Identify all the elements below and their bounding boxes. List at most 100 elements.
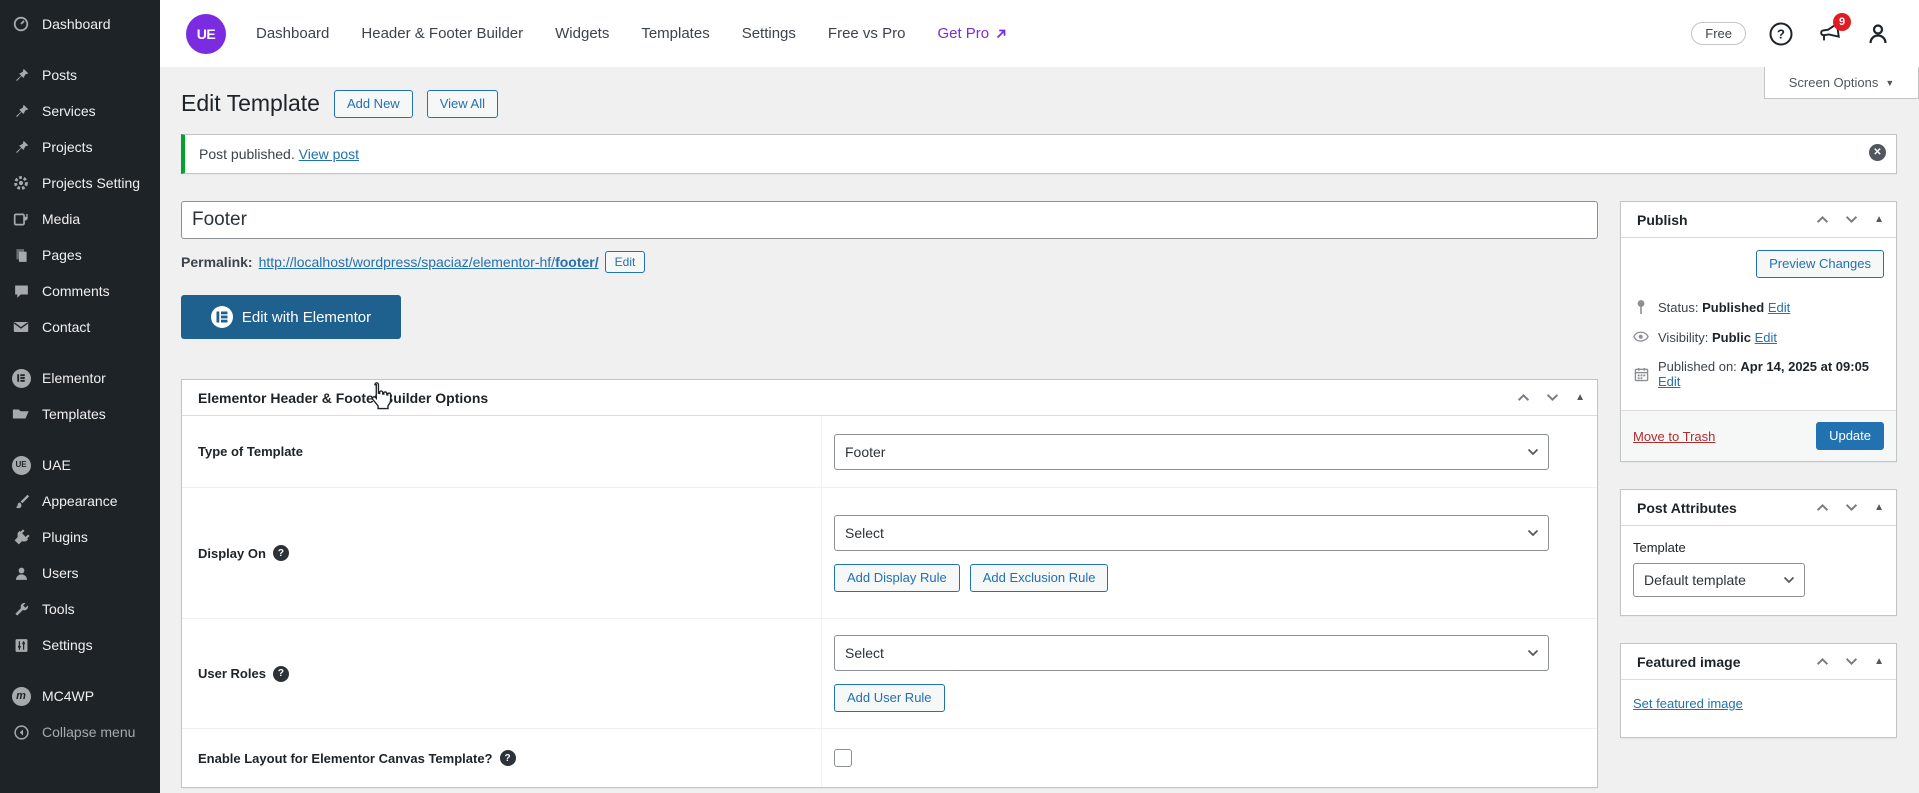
- editor-column: Permalink: http://localhost/wordpress/sp…: [181, 201, 1598, 788]
- add-user-rule-button[interactable]: Add User Rule: [834, 684, 945, 712]
- post-attributes-title: Post Attributes: [1637, 500, 1737, 516]
- user-roles-select[interactable]: Select: [834, 635, 1549, 671]
- add-new-button[interactable]: Add New: [334, 90, 413, 118]
- sidebar-item-projects[interactable]: Projects: [0, 129, 160, 165]
- help-question-icon[interactable]: ?: [500, 750, 516, 766]
- nav-settings[interactable]: Settings: [742, 25, 796, 42]
- sidebar-item-dashboard[interactable]: Dashboard: [0, 6, 160, 42]
- add-display-rule-button[interactable]: Add Display Rule: [834, 564, 960, 592]
- sidebar-item-appearance[interactable]: Appearance: [0, 483, 160, 519]
- edit-with-elementor-label: Edit with Elementor: [242, 309, 371, 326]
- status-value: Published: [1702, 300, 1764, 315]
- edit-status-link[interactable]: Edit: [1768, 300, 1790, 315]
- sidebar-item-label: Comments: [42, 282, 110, 300]
- announcements-megaphone-icon[interactable]: 9: [1816, 22, 1843, 46]
- nav-dashboard[interactable]: Dashboard: [256, 25, 329, 42]
- move-down-icon[interactable]: [1845, 215, 1858, 224]
- sidebar-item-projects-setting[interactable]: Projects Setting: [0, 165, 160, 201]
- folder-icon: [11, 404, 31, 424]
- published-on-label: Published on:: [1658, 359, 1737, 374]
- chevron-down-icon: ▼: [1885, 78, 1894, 88]
- move-down-icon[interactable]: [1546, 393, 1559, 402]
- post-title-input[interactable]: [181, 201, 1598, 239]
- toggle-panel-icon[interactable]: ▲: [1575, 392, 1585, 403]
- type-of-template-label: Type of Template: [182, 416, 822, 487]
- free-plan-badge: Free: [1691, 22, 1746, 45]
- sidebar-item-templates[interactable]: Templates: [0, 396, 160, 432]
- sidebar-item-settings[interactable]: Settings: [0, 627, 160, 663]
- toggle-panel-icon[interactable]: ▲: [1874, 502, 1884, 513]
- sidebar-item-services[interactable]: Services: [0, 93, 160, 129]
- preview-changes-button[interactable]: Preview Changes: [1756, 250, 1884, 278]
- dismiss-notice-icon[interactable]: ✕: [1869, 144, 1886, 161]
- add-exclusion-rule-button[interactable]: Add Exclusion Rule: [970, 564, 1109, 592]
- update-button[interactable]: Update: [1816, 422, 1884, 450]
- pin-status-icon: [1633, 299, 1649, 315]
- sidebar-item-tools[interactable]: Tools: [0, 591, 160, 627]
- sidebar-item-comments[interactable]: Comments: [0, 273, 160, 309]
- screen-options-toggle[interactable]: Screen Options ▼: [1764, 67, 1919, 99]
- sidebar-item-label: Tools: [42, 600, 75, 618]
- toggle-panel-icon[interactable]: ▲: [1874, 656, 1884, 667]
- help-icon[interactable]: ?: [1768, 21, 1794, 47]
- sidebar-item-mc4wp[interactable]: m MC4WP: [0, 678, 160, 714]
- publish-metabox: Publish ▲ Preview Changes: [1620, 201, 1897, 462]
- sidebar-item-posts[interactable]: Posts: [0, 57, 160, 93]
- canvas-template-checkbox[interactable]: [834, 749, 852, 767]
- view-all-button[interactable]: View All: [427, 90, 498, 118]
- sidebar-item-label: Pages: [42, 246, 82, 264]
- sidebar-item-media[interactable]: Media: [0, 201, 160, 237]
- publish-footer: Move to Trash Update: [1621, 410, 1896, 461]
- edit-permalink-button[interactable]: Edit: [605, 251, 646, 273]
- edit-with-elementor-button[interactable]: Edit with Elementor: [181, 295, 401, 339]
- post-published-notice: Post published. View post ✕: [181, 134, 1897, 174]
- toggle-panel-icon[interactable]: ▲: [1874, 214, 1884, 225]
- view-post-link[interactable]: View post: [299, 146, 359, 162]
- edit-visibility-link[interactable]: Edit: [1755, 330, 1777, 345]
- sidebar-collapse-menu[interactable]: Collapse menu: [0, 714, 160, 750]
- notice-text: Post published.: [199, 146, 295, 162]
- nav-header-footer-builder[interactable]: Header & Footer Builder: [361, 25, 523, 42]
- move-up-icon[interactable]: [1816, 215, 1829, 224]
- sidebar-item-users[interactable]: Users: [0, 555, 160, 591]
- sidebar-item-label: Media: [42, 210, 80, 228]
- dashboard-icon: [11, 14, 31, 34]
- ue-logo[interactable]: UE: [186, 14, 226, 54]
- sidebar-item-pages[interactable]: Pages: [0, 237, 160, 273]
- pushpin-icon: [11, 101, 31, 121]
- page-template-select[interactable]: Default template: [1633, 563, 1805, 597]
- get-pro-link[interactable]: Get Pro: [937, 25, 1008, 42]
- published-on-value: Apr 14, 2025 at 09:05: [1740, 359, 1869, 374]
- top-nav: Dashboard Header & Footer Builder Widget…: [256, 25, 1008, 42]
- help-question-icon[interactable]: ?: [273, 666, 289, 682]
- help-question-icon[interactable]: ?: [273, 545, 289, 561]
- hfb-options-metabox: Elementor Header & Footer Builder Option…: [181, 379, 1598, 788]
- chevron-down-icon: [1527, 649, 1539, 657]
- paintbrush-icon: [11, 491, 31, 511]
- status-label: Status:: [1658, 300, 1698, 315]
- calendar-icon: [1633, 366, 1649, 382]
- nav-templates[interactable]: Templates: [641, 25, 709, 42]
- sidebar-item-plugins[interactable]: Plugins: [0, 519, 160, 555]
- set-featured-image-link[interactable]: Set featured image: [1633, 696, 1743, 711]
- canvas-template-label: Enable Layout for Elementor Canvas Templ…: [182, 729, 822, 787]
- nav-widgets[interactable]: Widgets: [555, 25, 609, 42]
- move-down-icon[interactable]: [1845, 503, 1858, 512]
- template-type-select[interactable]: Footer: [834, 434, 1549, 470]
- move-up-icon[interactable]: [1816, 657, 1829, 666]
- edit-published-date-link[interactable]: Edit: [1658, 374, 1680, 389]
- move-up-icon[interactable]: [1816, 503, 1829, 512]
- collapse-arrow-icon: [11, 722, 31, 742]
- display-on-select[interactable]: Select: [834, 515, 1549, 551]
- sidebar-item-contact[interactable]: Contact: [0, 309, 160, 345]
- sidebar-item-uae[interactable]: UE UAE: [0, 447, 160, 483]
- move-down-icon[interactable]: [1845, 657, 1858, 666]
- nav-free-vs-pro[interactable]: Free vs Pro: [828, 25, 906, 42]
- post-attributes-metabox: Post Attributes ▲ Template Default templ…: [1620, 489, 1897, 616]
- visibility-row: Visibility: Public Edit: [1633, 322, 1884, 352]
- sidebar-item-elementor[interactable]: Elementor: [0, 360, 160, 396]
- move-to-trash-link[interactable]: Move to Trash: [1633, 429, 1715, 444]
- move-up-icon[interactable]: [1517, 393, 1530, 402]
- account-user-icon[interactable]: [1865, 21, 1891, 47]
- permalink-link[interactable]: http://localhost/wordpress/spaciaz/eleme…: [259, 254, 599, 270]
